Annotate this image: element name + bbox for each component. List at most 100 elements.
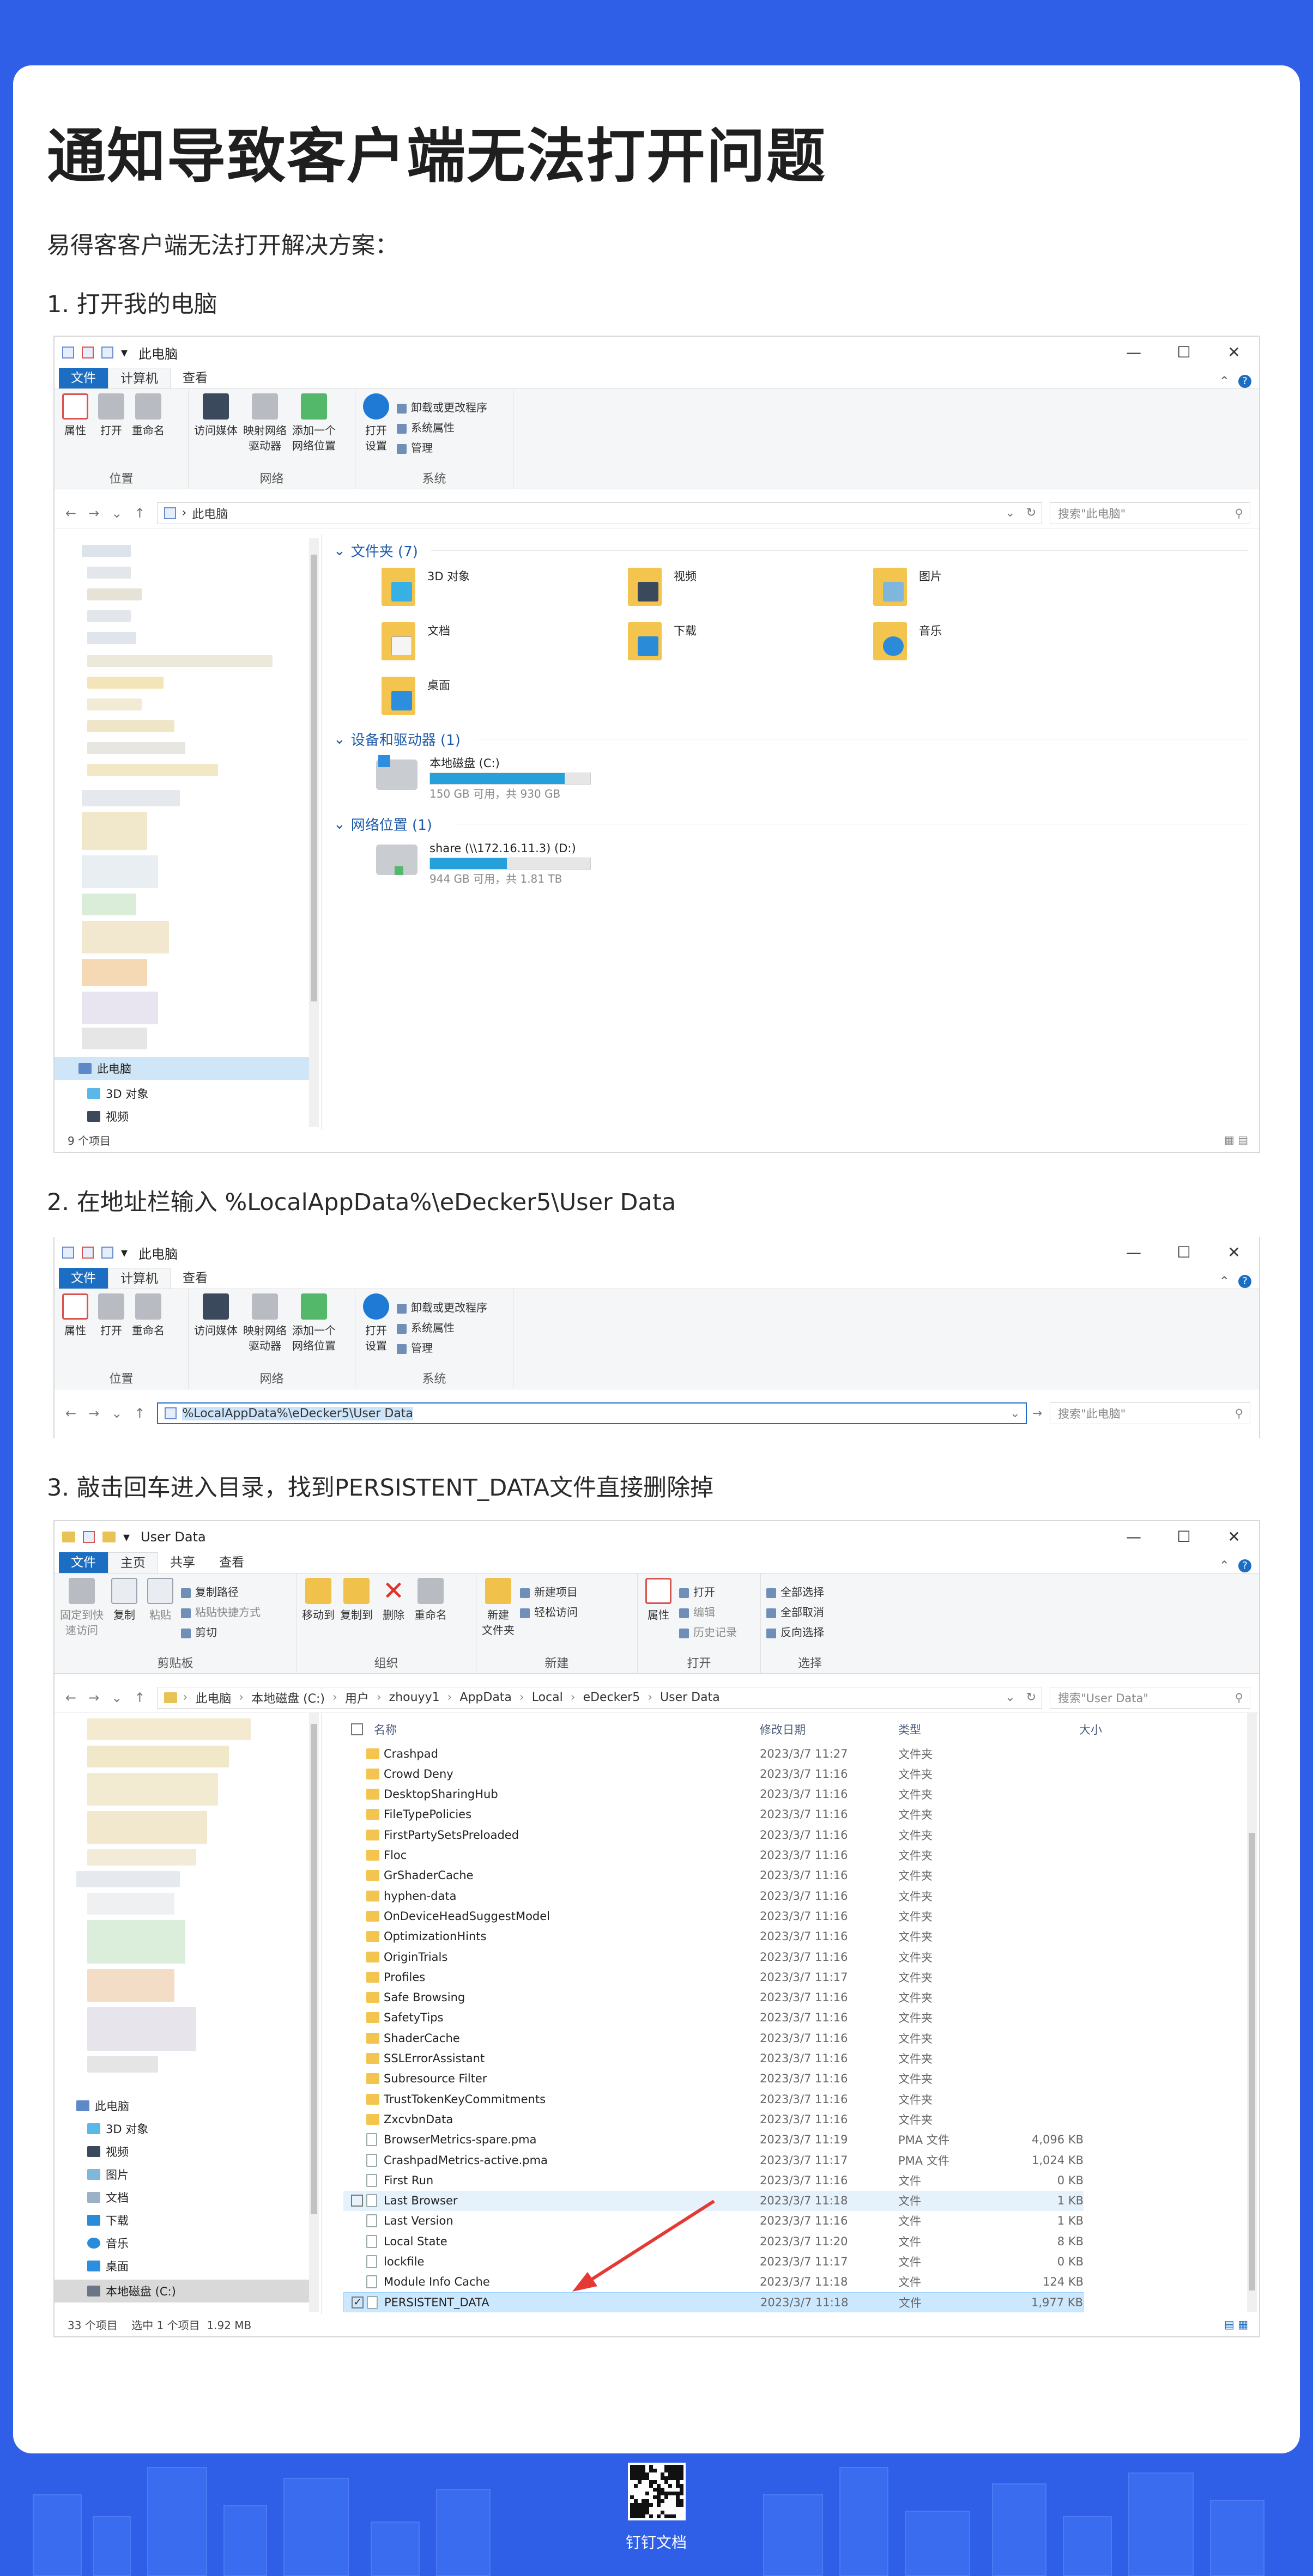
- row-checkbox-checked[interactable]: ✓: [352, 2296, 364, 2308]
- breadcrumb-separator[interactable]: ›: [571, 1691, 576, 1704]
- easy-access-button[interactable]: 轻松访问: [520, 1603, 578, 1619]
- go-arrow-icon[interactable]: →: [1032, 1407, 1042, 1420]
- file-row[interactable]: Safe Browsing 2023/3/7 11:16 文件夹: [343, 1988, 1084, 2008]
- file-row[interactable]: hyphen-data 2023/3/7 11:16 文件夹: [343, 1886, 1084, 1906]
- uninstall-programs-button[interactable]: 卸载或更改程序: [397, 1299, 487, 1315]
- recent-dropdown[interactable]: ⌄: [111, 1690, 122, 1705]
- file-row[interactable]: Floc 2023/3/7 11:16 文件夹: [343, 1845, 1084, 1866]
- file-row[interactable]: ShaderCache 2023/3/7 11:16 文件夹: [343, 2028, 1084, 2048]
- forward-button[interactable]: →: [88, 1406, 99, 1421]
- close-button[interactable]: ✕: [1209, 1237, 1259, 1268]
- uninstall-programs-button[interactable]: 卸载或更改程序: [397, 399, 487, 415]
- section-devices[interactable]: ⌄ 设备和驱动器 (1): [334, 729, 461, 749]
- manage-button[interactable]: 管理: [397, 1339, 487, 1355]
- back-button[interactable]: ←: [65, 1406, 76, 1421]
- help-icon[interactable]: ?: [1238, 1275, 1251, 1288]
- open-settings-button[interactable]: 打开 设置: [361, 1293, 391, 1355]
- view-toggle-icon[interactable]: ▤ ▦: [1224, 2318, 1248, 2331]
- address-dropdown-icon[interactable]: ⌄: [1005, 506, 1015, 520]
- new-window-icon[interactable]: [101, 347, 113, 359]
- sidebar-scrollbar[interactable]: [309, 1713, 319, 2312]
- properties-icon[interactable]: [82, 347, 94, 359]
- file-row[interactable]: FileTypePolicies 2023/3/7 11:16 文件夹: [343, 1805, 1084, 1825]
- sidebar-item-videos[interactable]: 视频: [87, 1108, 129, 1125]
- file-row[interactable]: DesktopSharingHub 2023/3/7 11:16 文件夹: [343, 1784, 1084, 1805]
- breadcrumb-item[interactable]: 用户: [345, 1689, 369, 1706]
- folder-music[interactable]: 音乐: [873, 622, 942, 660]
- address-input[interactable]: %LocalAppData%\eDecker5\User Data ⌄: [157, 1402, 1027, 1424]
- sidebar-scrollbar[interactable]: [309, 538, 319, 1127]
- sidebar-item-3d-objects[interactable]: 3D 对象: [87, 2121, 148, 2137]
- file-row[interactable]: BrowserMetrics-spare.pma 2023/3/7 11:19 PM…: [343, 2130, 1084, 2150]
- tab-computer[interactable]: 计算机: [108, 1268, 171, 1289]
- maximize-button[interactable]: ☐: [1159, 1237, 1209, 1268]
- sidebar-item-this-pc[interactable]: 此电脑: [76, 2098, 129, 2114]
- properties-icon[interactable]: [83, 1531, 95, 1543]
- row-checkbox[interactable]: [351, 2195, 363, 2207]
- move-to-button[interactable]: 移动到: [302, 1578, 335, 1623]
- section-network[interactable]: ⌄ 网络位置 (1): [334, 814, 432, 834]
- tab-view[interactable]: 查看: [207, 1552, 256, 1573]
- sidebar-item-music[interactable]: 音乐: [87, 2235, 129, 2251]
- minimize-button[interactable]: —: [1109, 1521, 1159, 1553]
- column-size[interactable]: 大小: [1079, 1721, 1102, 1737]
- invert-selection-button[interactable]: 反向选择: [766, 1624, 854, 1639]
- edit-button[interactable]: 编辑: [679, 1603, 737, 1619]
- tab-share[interactable]: 共享: [158, 1552, 207, 1573]
- file-row[interactable]: ✓ PERSISTENT_DATA 2023/3/7 11:18 文件 1,977 KB: [343, 2292, 1084, 2313]
- drive-c[interactable]: 本地磁盘 (C:) 150 GB 可用，共 930 GB: [376, 754, 591, 803]
- ribbon-expand-icon[interactable]: ⌃: [1219, 374, 1230, 388]
- map-drive-button[interactable]: 映射网络 驱动器: [243, 393, 287, 453]
- file-row[interactable]: SSLErrorAssistant 2023/3/7 11:16 文件夹: [343, 2049, 1084, 2069]
- file-row[interactable]: First Run 2023/3/7 11:16 文件 0 KB: [343, 2170, 1084, 2190]
- sidebar-item-downloads[interactable]: 下载: [87, 2212, 129, 2228]
- new-folder-button[interactable]: 新建 文件夹: [482, 1578, 515, 1638]
- sidebar-item-this-pc[interactable]: 此电脑: [55, 1057, 316, 1080]
- breadcrumb-separator[interactable]: ›: [648, 1691, 652, 1704]
- access-media-button[interactable]: 访问媒体: [194, 1293, 238, 1353]
- breadcrumb-item[interactable]: User Data: [660, 1691, 720, 1704]
- properties-button[interactable]: 属性: [60, 393, 90, 438]
- view-toggle-icon[interactable]: ▦ ▤: [1224, 1133, 1248, 1146]
- address-dropdown-icon[interactable]: ⌄: [1010, 1407, 1020, 1420]
- folder-pictures[interactable]: 图片: [873, 568, 942, 606]
- file-row[interactable]: TrustTokenKeyCommitments 2023/3/7 11:16 文件…: [343, 2089, 1084, 2109]
- breadcrumb-separator[interactable]: ›: [447, 1691, 452, 1704]
- open-button[interactable]: 打开: [96, 393, 126, 438]
- copy-to-button[interactable]: 复制到: [340, 1578, 373, 1623]
- system-properties-button[interactable]: 系统属性: [397, 419, 487, 435]
- new-window-icon[interactable]: [101, 1247, 113, 1259]
- breadcrumb-separator[interactable]: ›: [519, 1691, 524, 1704]
- help-icon[interactable]: ?: [1238, 375, 1251, 388]
- recent-dropdown[interactable]: ⌄: [111, 1406, 122, 1421]
- properties-icon[interactable]: [82, 1247, 94, 1259]
- properties-button[interactable]: 属性: [60, 1293, 90, 1338]
- delete-button[interactable]: ✕ 删除: [378, 1578, 409, 1623]
- manage-button[interactable]: 管理: [397, 439, 487, 455]
- search-box[interactable]: 搜索"此电脑" ⚲: [1050, 1402, 1250, 1424]
- tab-file[interactable]: 文件: [59, 1552, 108, 1573]
- search-box[interactable]: 搜索"此电脑" ⚲: [1050, 502, 1250, 524]
- breadcrumb-separator[interactable]: ›: [377, 1691, 382, 1704]
- properties-button[interactable]: 属性: [643, 1578, 674, 1639]
- history-button[interactable]: 历史记录: [679, 1624, 737, 1639]
- file-row[interactable]: OnDeviceHeadSuggestModel 2023/3/7 11:16 文件…: [343, 1906, 1084, 1926]
- breadcrumb-separator[interactable]: ›: [239, 1691, 244, 1704]
- file-row[interactable]: CrashpadMetrics-active.pma 2023/3/7 11:17…: [343, 2150, 1084, 2170]
- help-icon[interactable]: ?: [1238, 1559, 1251, 1572]
- address-input-text[interactable]: %LocalAppData%\eDecker5\User Data: [182, 1406, 413, 1420]
- breadcrumb-separator[interactable]: ›: [332, 1691, 337, 1704]
- column-type[interactable]: 类型: [898, 1721, 921, 1737]
- new-item-button[interactable]: 新建项目: [520, 1583, 578, 1599]
- close-button[interactable]: ✕: [1209, 1521, 1259, 1553]
- rename-button[interactable]: 重命名: [132, 1293, 165, 1338]
- sidebar-item-3d-objects[interactable]: 3D 对象: [87, 1085, 148, 1102]
- breadcrumb-item[interactable]: eDecker5: [583, 1691, 640, 1704]
- sidebar-item-documents[interactable]: 文档: [87, 2189, 129, 2206]
- tab-home[interactable]: 主页: [108, 1552, 158, 1573]
- add-network-location-button[interactable]: 添加一个 网络位置: [292, 393, 336, 453]
- forward-button[interactable]: →: [88, 1690, 99, 1705]
- sidebar-item-videos[interactable]: 视频: [87, 2143, 129, 2160]
- select-none-button[interactable]: 全部取消: [766, 1603, 854, 1619]
- path-this-pc[interactable]: 此电脑: [192, 505, 228, 522]
